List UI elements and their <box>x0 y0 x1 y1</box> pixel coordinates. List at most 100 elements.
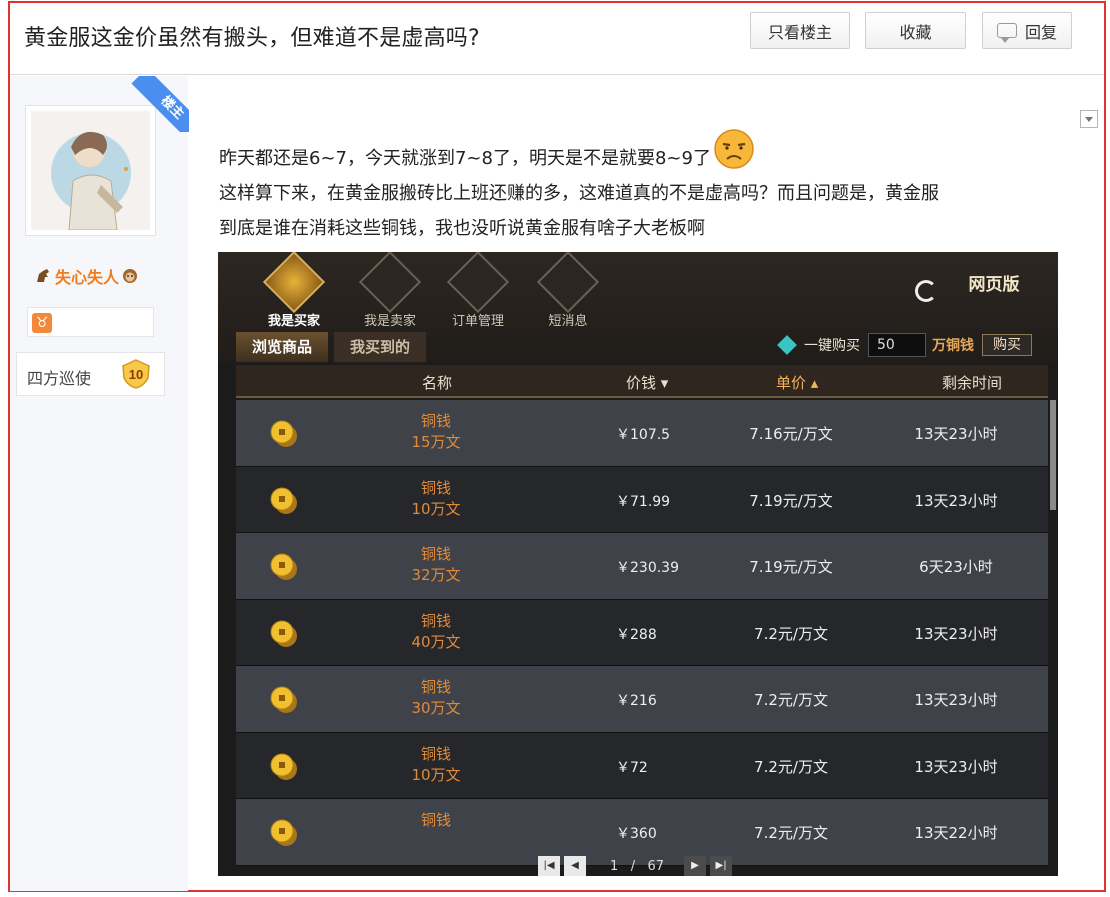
level-badge: 10 <box>122 359 150 389</box>
coin-tab-icon <box>262 252 326 314</box>
sort-up-icon: ▴ <box>810 374 819 392</box>
shop-tab-icon <box>358 252 422 314</box>
price-cell: ￥216 <box>616 693 657 709</box>
table-row[interactable]: 铜钱 10万文 ￥72 7.2元/万文 13天23小时 <box>236 732 1048 799</box>
coin-icon <box>270 420 297 447</box>
coin-icon <box>270 487 297 514</box>
item-amount: 30万文 <box>411 699 461 717</box>
horse-icon <box>37 269 49 282</box>
coin-icon <box>270 819 297 846</box>
post-line-2: 这样算下来，在黄金服搬砖比上班还赚的多，这难道真的不是虚高吗？而且问题是，黄金服 <box>219 183 939 204</box>
item-name-cell: 铜钱 10万文 <box>386 744 486 786</box>
total-pages: 67 <box>647 858 665 874</box>
diamond-icon <box>777 335 797 355</box>
taurus-icon: ♉ <box>32 313 52 333</box>
subtab-browse[interactable]: 浏览商品 <box>236 332 329 362</box>
post-line-3: 到底是谁在消耗这些铜钱，我也没听说黄金服有啥子大老板啊 <box>219 218 705 239</box>
table-scrollbar[interactable] <box>1050 400 1056 510</box>
zodiac-badge-box: ♉ <box>27 307 154 337</box>
price-cell: ￥71.99 <box>616 493 671 510</box>
post-line-1: 昨天都还是6~7，今天就涨到7~8了，明天是不是就要8~9了 <box>219 148 711 169</box>
sort-down-icon: ▾ <box>660 374 669 392</box>
rank-title: 四方巡使 <box>27 369 92 388</box>
tab-seller[interactable]: 我是卖家 <box>350 252 430 329</box>
post-title: 黄金服这金价虽然有搬头，但难道不是虚高吗? <box>24 26 480 51</box>
tab-messages[interactable]: 短消息 <box>528 252 608 329</box>
table-row[interactable]: 铜钱 30万文 ￥216 7.2元/万文 13天23小时 <box>236 666 1048 733</box>
unit-price-cell: 7.2元/万文 <box>754 757 828 776</box>
unit-price-cell: 7.19元/万文 <box>749 491 833 510</box>
item-name: 铜钱 <box>420 678 451 696</box>
favorite-button[interactable]: 收藏 <box>865 12 966 49</box>
author-sidebar: 失心失人 ♉ 四方巡使 10 <box>10 76 188 891</box>
post-menu-dropdown[interactable] <box>1080 110 1098 128</box>
coin-icon <box>270 553 297 580</box>
unit-price-cell: 7.2元/万文 <box>754 624 828 643</box>
table-row[interactable]: 铜钱 32万文 ￥230.39 7.19元/万文 6天23小时 <box>236 533 1048 600</box>
first-page-button[interactable]: |◀ <box>538 856 560 876</box>
post-content: 昨天都还是6~7，今天就涨到7~8了，明天是不是就要8~9了 这样算下来，在黄金… <box>219 128 1079 246</box>
reply-label: 回复 <box>1024 22 1057 42</box>
next-page-button[interactable]: ▶ <box>684 856 707 876</box>
col-unit-price[interactable]: 单价 ▴ <box>776 372 818 393</box>
table-row[interactable]: 铜钱 40万文 ￥288 7.2元/万文 13天23小时 <box>236 599 1048 666</box>
table-row[interactable]: 铜钱 15万文 ￥107.5 7.16元/万文 13天23小时 <box>236 400 1048 467</box>
remaining-cell: 6天23小时 <box>919 558 993 576</box>
item-name-cell: 铜钱 32万文 <box>386 544 486 586</box>
subtab-purchased[interactable]: 我买到的 <box>334 332 427 362</box>
col-name: 名称 <box>422 374 453 392</box>
remaining-cell: 13天23小时 <box>914 491 998 510</box>
listing-table: 铜钱 15万文 ￥107.5 7.16元/万文 13天23小时 铜钱 10万文 ￥7… <box>236 400 1048 866</box>
col-unit-price-label: 单价 <box>776 374 807 392</box>
only-owner-button[interactable]: 只看楼主 <box>750 12 850 49</box>
col-price[interactable]: 价钱 ▾ <box>626 372 668 393</box>
item-name: 铜钱 <box>420 744 451 763</box>
game-screenshot: 我是买家 我是卖家 订单管理 短消息 网页版 浏览商品 我买到的 一键购买 50… <box>218 252 1058 876</box>
table-row[interactable]: 铜钱 10万文 ￥71.99 7.19元/万文 13天23小时 <box>236 466 1048 533</box>
monkey-icon <box>123 269 138 283</box>
prev-page-button[interactable]: ◀ <box>564 856 586 876</box>
table-header: 名称 价钱 ▾ 单价 ▴ 剩余时间 <box>236 365 1048 398</box>
price-cell: ￥107.5 <box>616 427 671 443</box>
quick-buy-qty-input[interactable]: 50 <box>868 333 926 357</box>
item-name: 铜钱 <box>420 478 451 497</box>
author-name[interactable]: 失心失人 <box>55 264 119 288</box>
post-header: 黄金服这金价虽然有搬头，但难道不是虚高吗? 只看楼主 收藏 回复 <box>10 3 1104 75</box>
last-page-button[interactable]: ▶| <box>710 856 733 876</box>
col-remaining: 剩余时间 <box>942 374 1003 392</box>
unit-price-cell: 7.19元/万文 <box>749 558 833 576</box>
tab-buyer[interactable]: 我是买家 <box>254 252 334 329</box>
rank-box: 四方巡使 10 <box>16 352 165 396</box>
pagination: |◀ ◀ 1 / 67 ▶ ▶| <box>538 856 736 876</box>
coin-icon <box>270 620 297 647</box>
quick-buy-label: 一键购买 <box>804 338 860 354</box>
price-cell: ￥72 <box>616 759 648 776</box>
item-name-cell: 铜钱 30万文 <box>386 677 486 719</box>
item-name-cell: 铜钱 10万文 <box>386 478 486 520</box>
remaining-cell: 13天23小时 <box>914 691 998 709</box>
refresh-icon[interactable] <box>915 280 937 302</box>
remaining-cell: 13天23小时 <box>914 425 998 443</box>
remaining-cell: 13天22小时 <box>914 824 998 842</box>
game-header: 我是买家 我是卖家 订单管理 短消息 网页版 浏览商品 我买到的 一键购买 50… <box>218 252 1058 364</box>
tab-orders[interactable]: 订单管理 <box>438 252 518 329</box>
quick-buy-unit: 万铜钱 <box>932 338 974 354</box>
author-name-row: 失心失人 <box>35 264 139 288</box>
remaining-cell: 13天23小时 <box>914 624 998 643</box>
envelope-tab-icon <box>536 252 600 314</box>
quick-buy-bar: 一键购买 50 万铜钱 购买 <box>777 332 1032 358</box>
item-amount: 32万文 <box>411 566 461 584</box>
web-version-button[interactable]: 网页版 <box>958 270 1030 310</box>
unit-price-cell: 7.2元/万文 <box>754 824 828 842</box>
owner-tag-label: 楼主 <box>131 76 189 132</box>
comment-icon <box>996 23 1017 43</box>
item-amount: 40万文 <box>411 632 461 651</box>
quick-buy-button[interactable]: 购买 <box>982 334 1032 356</box>
reply-button[interactable]: 回复 <box>982 12 1072 49</box>
item-name-cell: 铜钱 15万文 <box>386 411 486 453</box>
item-name: 铜钱 <box>420 811 451 829</box>
coin-icon <box>270 753 297 780</box>
item-amount: 10万文 <box>411 499 461 518</box>
price-cell: ￥288 <box>616 626 657 643</box>
owner-tag: 楼主 <box>129 76 189 132</box>
